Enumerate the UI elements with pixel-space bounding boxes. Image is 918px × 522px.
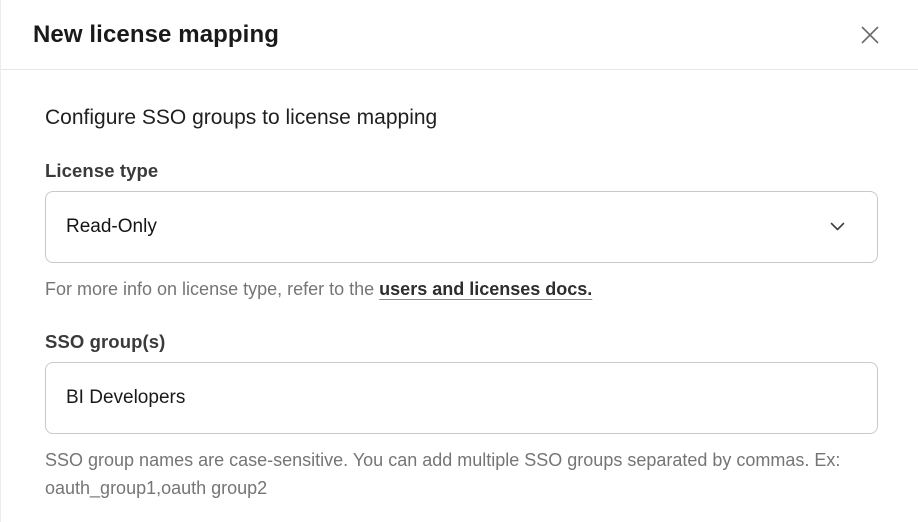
license-type-help-text: For more info on license type, refer to … [45,275,845,303]
new-license-mapping-modal: New license mapping Configure SSO groups… [0,0,918,522]
form-heading: Configure SSO groups to license mapping [45,106,878,130]
sso-groups-input[interactable] [45,362,878,434]
sso-groups-label: SSO group(s) [45,331,878,353]
license-type-selected-value: Read-Only [66,216,157,238]
chevron-down-icon [830,222,845,232]
sso-groups-help-text: SSO group names are case-sensitive. You … [45,446,845,502]
license-type-label: License type [45,160,878,182]
modal-header: New license mapping [1,0,918,70]
license-type-select[interactable]: Read-Only [45,191,878,263]
sso-groups-field-group: SSO group(s) SSO group names are case-se… [45,331,878,502]
license-type-help-prefix: For more info on license type, refer to … [45,279,379,299]
close-button[interactable] [854,19,886,51]
modal-body: Configure SSO groups to license mapping … [1,70,918,502]
close-icon [858,23,882,47]
license-type-field-group: License type Read-Only For more info on … [45,160,878,303]
users-and-licenses-docs-link[interactable]: users and licenses docs. [379,279,592,299]
modal-title: New license mapping [33,21,279,49]
